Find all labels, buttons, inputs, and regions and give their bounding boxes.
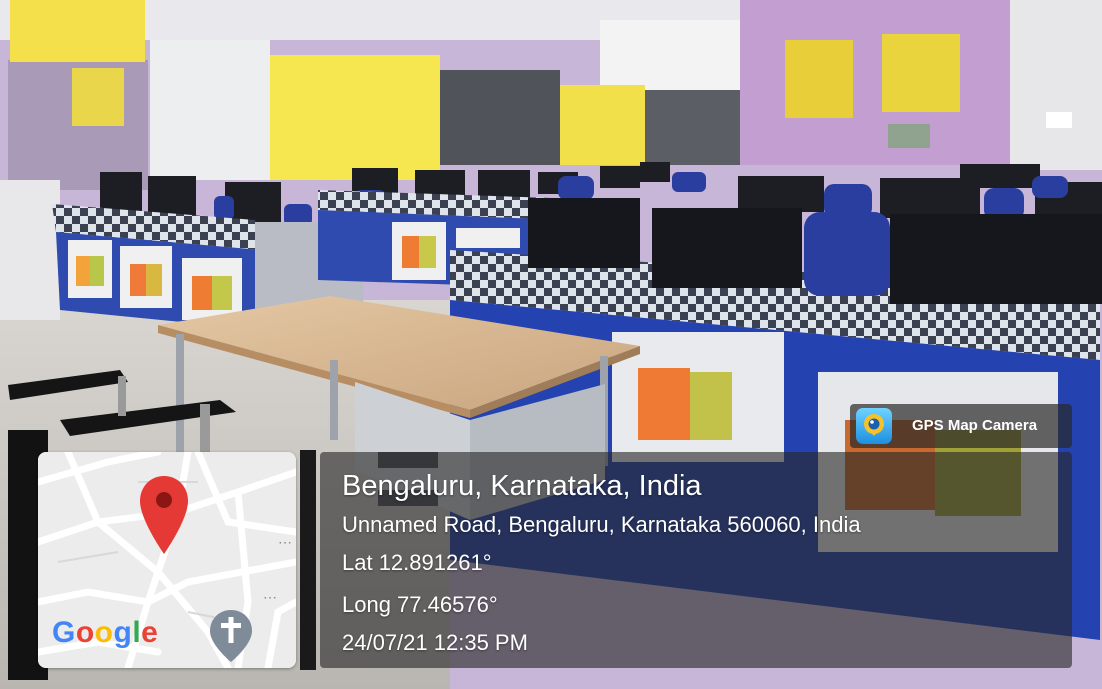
google-logo-letter: g [113,616,133,649]
google-logo: Google [52,616,158,650]
place-name: Bengaluru, Karnataka, India [342,470,702,502]
gps-map-camera-badge: GPS Map Camera [850,404,1072,448]
location-info-panel: Bengaluru, Karnataka, India Unnamed Road… [320,452,1072,668]
map-thumbnail[interactable]: ⋯ ⋯ Google [38,452,296,668]
badge-label: GPS Map Camera [912,417,1038,434]
google-logo-letter: l [132,616,142,649]
google-logo-letters: Google [52,616,158,649]
google-logo-letter: e [141,616,159,649]
longitude-readout: Long 77.46576° [342,592,498,617]
location-pin-icon [138,474,190,556]
svg-text:⋯: ⋯ [278,534,292,550]
google-logo-letter: o [75,616,95,649]
street-address: Unnamed Road, Bengaluru, Karnataka 56006… [342,512,861,537]
latitude-readout: Lat 12.891261° [342,550,492,575]
google-logo-letter: G [52,616,76,649]
svg-text:⋯: ⋯ [263,589,277,605]
capture-datetime: 24/07/21 12:35 PM [342,630,528,655]
church-cross-icon [208,608,254,664]
google-logo-letter: o [94,616,114,649]
camera-lens-icon [856,408,892,444]
